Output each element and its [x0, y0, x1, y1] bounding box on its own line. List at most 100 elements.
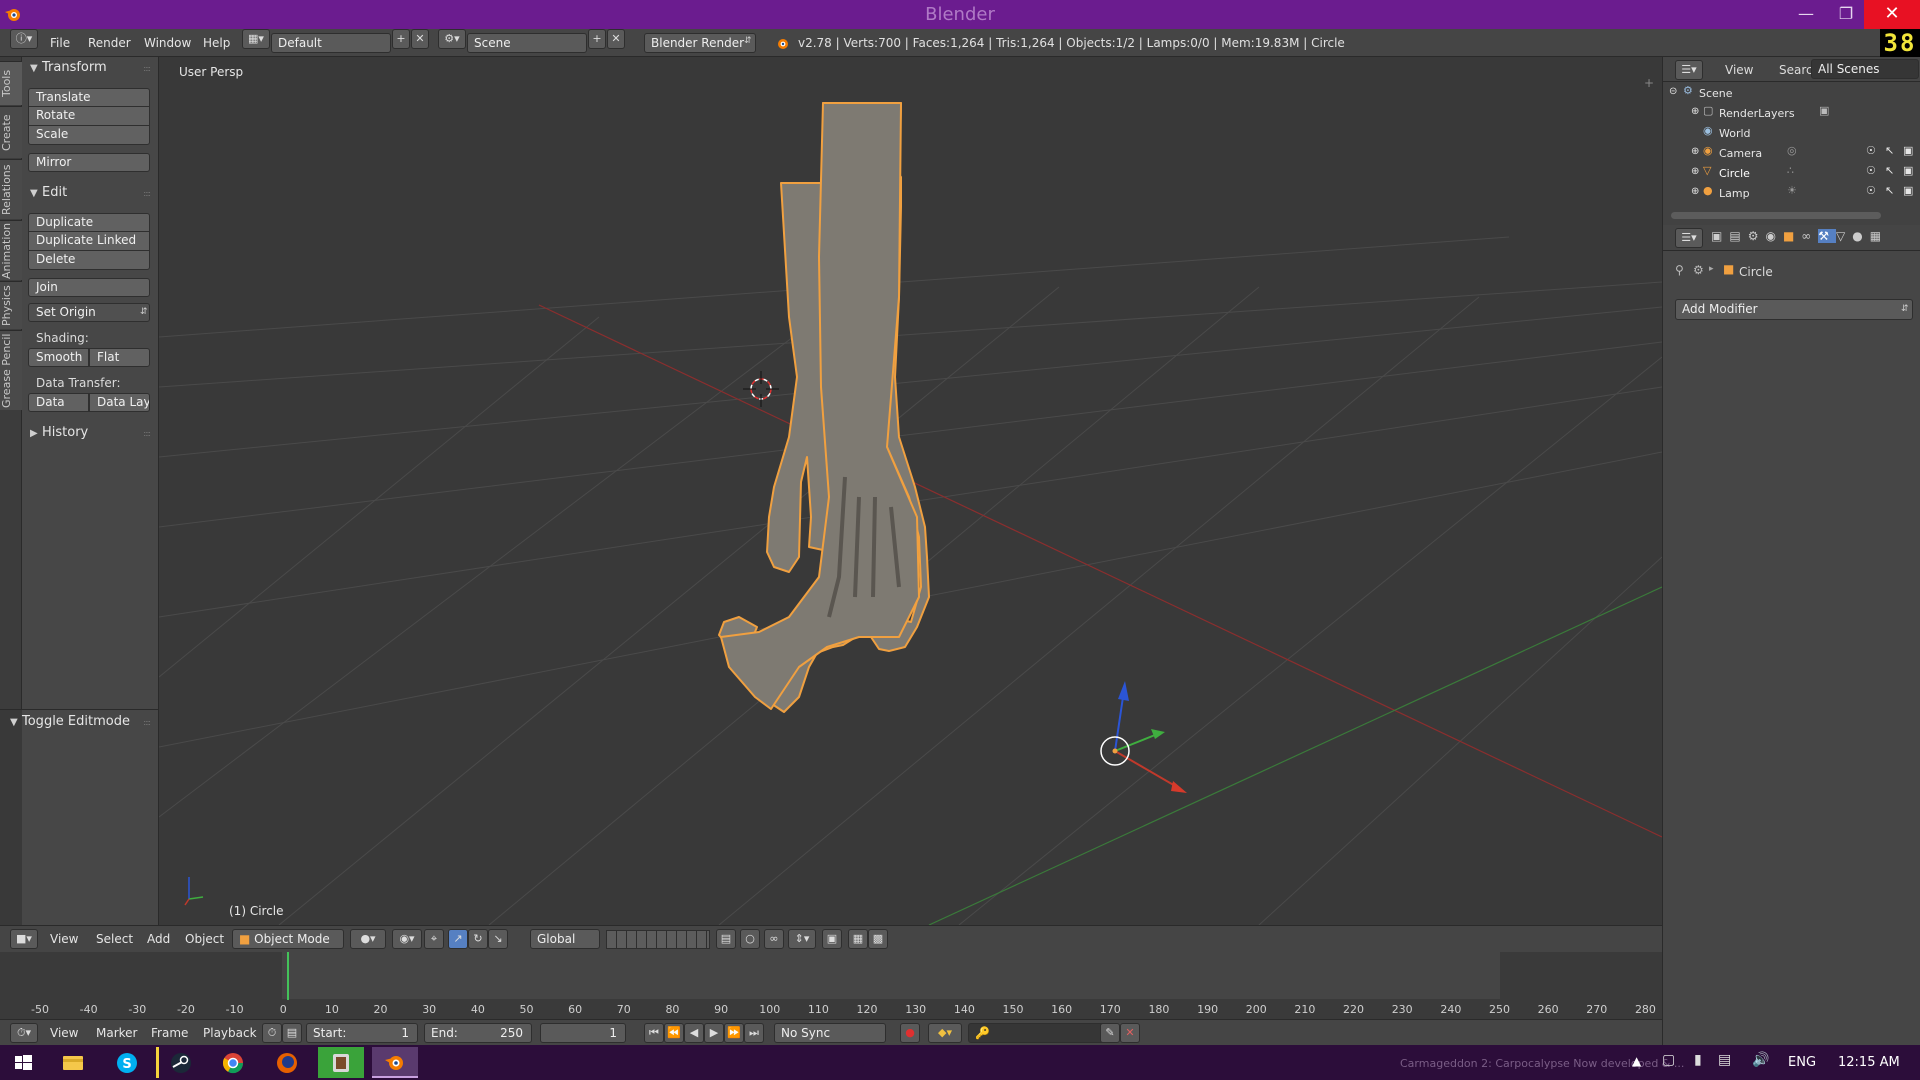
layer-buttons[interactable] — [606, 930, 710, 949]
transform-manipulator[interactable] — [1100, 681, 1187, 793]
sync-mode-select[interactable]: No Sync — [774, 1023, 886, 1043]
viewport-corner-plus-icon[interactable]: + — [1644, 76, 1654, 90]
play-icon[interactable]: ▶ — [704, 1023, 724, 1043]
shade-smooth-button[interactable]: Smooth — [28, 348, 89, 367]
scene-tab-icon[interactable]: ⚙ — [1748, 229, 1766, 243]
panel-grip-icon[interactable]: :::: — [143, 718, 151, 727]
constraints-tab-icon[interactable]: ∞ — [1801, 229, 1818, 243]
steam-icon[interactable] — [156, 1047, 202, 1078]
expand-icon[interactable]: ⊕ — [1691, 166, 1699, 177]
3d-view-editor-icon[interactable]: ■▾ — [10, 929, 38, 949]
expand-icon[interactable]: ⊕ — [1691, 106, 1699, 117]
maximize-button[interactable]: ❐ — [1824, 0, 1868, 29]
set-origin-select[interactable]: Set Origin — [28, 303, 150, 322]
visibility-eye-icon[interactable]: ☉ — [1866, 164, 1876, 177]
outliner-view-menu[interactable]: View — [1725, 63, 1753, 77]
outliner-row-lamp[interactable]: ⊕ ● Lamp ☀ ☉ ↖ ▣ — [1663, 184, 1920, 204]
current-frame-marker[interactable] — [287, 952, 289, 1004]
pin-icon[interactable]: ⚲ — [1675, 263, 1684, 277]
edit-panel-header[interactable]: ▼ Edit — [30, 185, 67, 200]
scene-field[interactable]: Scene — [467, 33, 587, 53]
lock-layers-icon[interactable]: ▤ — [716, 929, 736, 949]
insert-keyframe-icon[interactable]: ✎ — [1100, 1023, 1120, 1043]
remove-scene-icon[interactable]: ✕ — [607, 29, 625, 49]
tab-relations[interactable]: Relations — [0, 159, 22, 219]
outliner-row-camera[interactable]: ⊕ ◉ Camera ◎ ☉ ↖ ▣ — [1663, 144, 1920, 164]
app-green-icon[interactable] — [318, 1047, 364, 1078]
interaction-mode-select[interactable]: ■ Object Mode — [232, 929, 344, 949]
tab-grease-pencil[interactable]: Grease Pencil — [0, 330, 22, 410]
transform-orientation-select[interactable]: Global — [530, 929, 600, 949]
timeline-menu-playback[interactable]: Playback — [203, 1026, 257, 1040]
volume-icon[interactable]: 🔊 — [1752, 1052, 1769, 1068]
viewport-canvas[interactable]: + — [159, 57, 1662, 925]
menu-file[interactable]: File — [50, 36, 70, 50]
proportional-edit-icon[interactable]: ○ — [740, 929, 760, 949]
menu-add[interactable]: Add — [147, 932, 170, 946]
menu-render[interactable]: Render — [88, 36, 131, 50]
skype-icon[interactable]: S — [104, 1047, 150, 1078]
firefox-icon[interactable] — [264, 1047, 310, 1078]
outliner-editor-icon[interactable]: ☰▾ — [1675, 60, 1703, 80]
scale-manipulator-icon[interactable]: ↘ — [488, 929, 508, 949]
material-tab-icon[interactable]: ● — [1852, 229, 1869, 243]
object-tab-icon[interactable]: ■ — [1783, 229, 1801, 243]
tab-physics[interactable]: Physics — [0, 281, 22, 329]
menu-view[interactable]: View — [50, 932, 78, 946]
active-keying-set-field[interactable]: 🔑 — [968, 1023, 1108, 1043]
play-reverse-icon[interactable]: ◀ — [684, 1023, 704, 1043]
tray-chevron-icon[interactable]: ▲ — [1632, 1054, 1641, 1068]
3d-viewport[interactable]: + User Persp (1) Circle — [159, 57, 1662, 925]
pivot-point-icon[interactable]: ◉▾ — [392, 929, 422, 949]
render-camera-icon[interactable]: ▣ — [1903, 184, 1913, 197]
timeline-menu-view[interactable]: View — [50, 1026, 78, 1040]
join-button[interactable]: Join — [28, 278, 150, 297]
visibility-eye-icon[interactable]: ☉ — [1866, 144, 1876, 157]
menu-select[interactable]: Select — [96, 932, 133, 946]
remove-screen-icon[interactable]: ✕ — [411, 29, 429, 49]
chrome-icon[interactable] — [210, 1047, 256, 1078]
editor-type-info-icon[interactable]: ⓘ▾ — [10, 29, 38, 49]
layers-tab-icon[interactable]: ▤ — [1729, 229, 1747, 243]
expand-icon[interactable]: ⊕ — [1691, 146, 1699, 157]
transform-panel-header[interactable]: ▼ Transform — [30, 60, 107, 75]
battery-icon[interactable]: ▮ — [1694, 1052, 1702, 1068]
opengl-render-icon[interactable]: ▣ — [822, 929, 842, 949]
tab-tools[interactable]: Tools — [0, 61, 22, 105]
duplicate-button[interactable]: Duplicate — [28, 213, 150, 232]
outliner-row-world[interactable]: ◉ World — [1663, 124, 1920, 144]
record-keyframes-icon[interactable]: ● — [900, 1023, 920, 1043]
manipulator-toggle-icon[interactable]: ⌖ — [424, 929, 444, 949]
data-layout-transfer-button[interactable]: Data Layo — [89, 393, 150, 412]
lock-time-icon[interactable]: ▤ — [282, 1023, 302, 1043]
add-screen-icon[interactable]: + — [392, 29, 410, 49]
clock[interactable]: 12:15 AM — [1838, 1055, 1900, 1070]
panel-grip-icon[interactable]: :::: — [143, 189, 151, 198]
select-arrow-icon[interactable]: ↖ — [1885, 144, 1894, 157]
jump-end-icon[interactable]: ⏭ — [744, 1023, 764, 1043]
screen-layout-field[interactable]: Default — [271, 33, 391, 53]
start-frame-field[interactable]: Start: 1 — [306, 1023, 418, 1043]
blender-taskbar-icon[interactable] — [372, 1047, 418, 1078]
expand-icon[interactable]: ⊕ — [1691, 186, 1699, 197]
jump-start-icon[interactable]: ⏮ — [644, 1023, 664, 1043]
timeline-editor-icon[interactable]: ⏱▾ — [10, 1023, 38, 1043]
screen-layout-icon[interactable]: ▦▾ — [242, 29, 270, 49]
network-icon[interactable]: ▤ — [1718, 1052, 1731, 1068]
duplicate-linked-button[interactable]: Duplicate Linked — [28, 232, 150, 251]
render-tab-icon[interactable]: ▣ — [1711, 229, 1729, 243]
x-arrow-icon[interactable] — [1171, 781, 1187, 793]
expand-icon[interactable]: ⊝ — [1669, 86, 1677, 97]
timeline-menu-marker[interactable]: Marker — [96, 1026, 137, 1040]
outliner-scrollbar[interactable] — [1671, 212, 1881, 219]
render-camera-icon[interactable]: ▣ — [1903, 164, 1913, 177]
data-tab-icon[interactable]: ▽ — [1836, 229, 1852, 243]
snap-toggle-icon[interactable]: ∞ — [764, 929, 784, 949]
timeline[interactable]: -50 -40 -30 -20 -10 0 10 20 30 40 50 60 70 80 90 100 110… — [0, 952, 1662, 1022]
menu-window[interactable]: Window — [144, 36, 191, 50]
menu-object[interactable]: Object — [185, 932, 224, 946]
select-arrow-icon[interactable]: ↖ — [1885, 184, 1894, 197]
visibility-eye-icon[interactable]: ☉ — [1866, 184, 1876, 197]
keying-set-icon[interactable]: ◆▾ — [928, 1023, 962, 1043]
history-panel-header[interactable]: ▶ History — [30, 425, 88, 440]
